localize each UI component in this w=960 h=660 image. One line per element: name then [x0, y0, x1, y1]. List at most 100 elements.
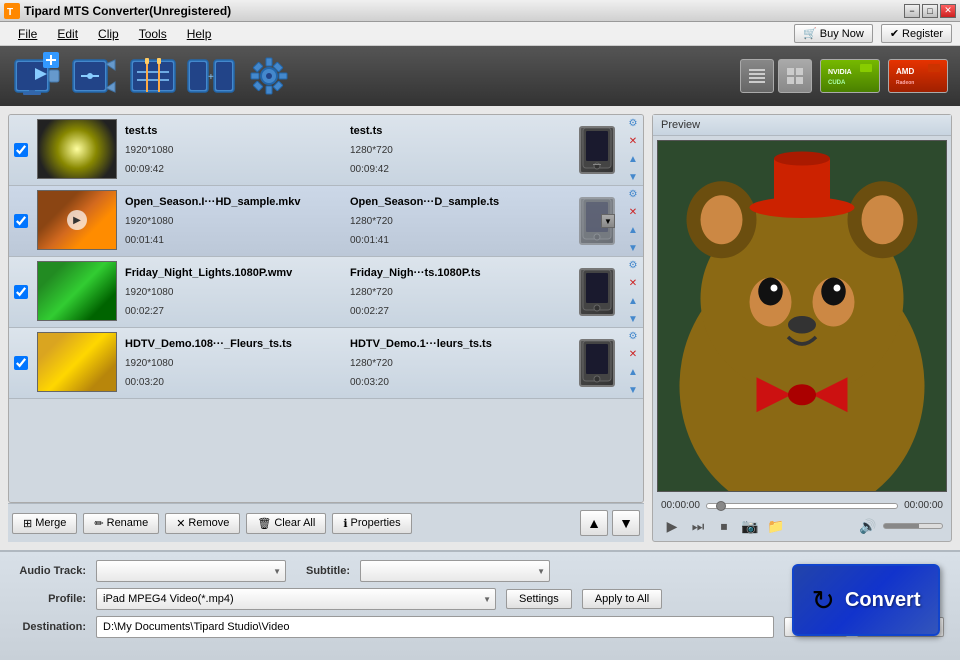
file-thumbnail-2: ▶ — [37, 190, 117, 250]
snapshot-button[interactable]: 📷 — [739, 515, 761, 537]
file-actions-3: ⚙ ✕ ▲ ▼ — [623, 257, 643, 327]
amd-badge[interactable]: AMD Radeon — [888, 59, 948, 93]
stop-button[interactable]: ⏹ — [713, 515, 735, 537]
file-move-up-4[interactable]: ▲ — [625, 364, 641, 380]
props-icon: ℹ — [343, 517, 347, 530]
window-title: Tipard MTS Converter(Unregistered) — [24, 4, 904, 18]
progress-bar[interactable] — [706, 503, 898, 509]
folder-button[interactable]: 📁 — [765, 515, 787, 537]
rename-button[interactable]: ✏ Rename — [83, 513, 159, 534]
menu-clip[interactable]: Clip — [88, 25, 129, 43]
file-remove-4[interactable]: ✕ — [625, 346, 641, 362]
file-outdur-1: 00:09:42 — [350, 164, 567, 175]
file-checkbox-4[interactable] — [9, 328, 33, 398]
file-move-up-1[interactable]: ▲ — [625, 151, 641, 167]
file-info-1: test.ts 1920*1080 00:09:42 — [121, 115, 346, 185]
grid-view-button[interactable] — [778, 59, 812, 93]
convert-spin-icon: ↻ — [811, 584, 834, 617]
file-outname-4: HDTV_Demo.1···leurs_ts.ts — [350, 338, 567, 350]
clear-all-button[interactable]: 🗑 Clear All — [246, 513, 326, 534]
file-outdur-2: 00:01:41 — [350, 235, 567, 246]
device-icon-4[interactable] — [579, 339, 615, 387]
file-settings-2[interactable]: ⚙ — [625, 186, 641, 202]
buy-now-button[interactable]: 🛒 Buy Now — [794, 24, 873, 43]
menu-bar: File Edit Clip Tools Help 🛒 Buy Now ✔ Re… — [0, 22, 960, 46]
move-down-button[interactable]: ▼ — [612, 510, 640, 536]
volume-slider[interactable] — [883, 523, 943, 529]
maximize-button[interactable]: □ — [922, 4, 938, 18]
device-icon-3[interactable] — [579, 268, 615, 316]
file-settings-3[interactable]: ⚙ — [625, 257, 641, 273]
file-name-3: Friday_Night_Lights.1080P.wmv — [125, 267, 342, 279]
file-name-4: HDTV_Demo.108···_Fleurs_ts.ts — [125, 338, 342, 350]
settings-button[interactable] — [244, 51, 294, 101]
trim-video-button[interactable] — [128, 51, 178, 101]
merge-video-button[interactable]: + — [186, 51, 236, 101]
file-dur-2: 00:01:41 — [125, 235, 342, 246]
file-settings-1[interactable]: ⚙ — [625, 115, 641, 131]
file-res-4: 1920*1080 — [125, 358, 342, 369]
menu-edit[interactable]: Edit — [47, 25, 88, 43]
file-device-4 — [571, 328, 623, 398]
file-move-down-3[interactable]: ▼ — [625, 311, 641, 327]
profile-value: iPad MPEG4 Video(*.mp4) — [103, 593, 234, 605]
file-checkbox-3[interactable] — [9, 257, 33, 327]
file-output-4: HDTV_Demo.1···leurs_ts.ts 1280*720 00:03… — [346, 328, 571, 398]
move-up-button[interactable]: ▲ — [580, 510, 608, 536]
properties-button[interactable]: ℹ Properties — [332, 513, 411, 534]
file-outdur-3: 00:02:27 — [350, 306, 567, 317]
svg-text:AMD: AMD — [896, 67, 914, 76]
device-dropdown-2[interactable]: ▼ — [601, 214, 615, 228]
file-move-up-2[interactable]: ▲ — [625, 222, 641, 238]
file-move-down-4[interactable]: ▼ — [625, 382, 641, 398]
subtitle-select-arrow: ▼ — [537, 567, 545, 576]
file-settings-4[interactable]: ⚙ — [625, 328, 641, 344]
file-move-down-1[interactable]: ▼ — [625, 169, 641, 185]
register-button[interactable]: ✔ Register — [881, 24, 952, 43]
svg-text:T: T — [7, 7, 13, 18]
audio-track-label: Audio Track: — [16, 565, 86, 577]
file-move-up-3[interactable]: ▲ — [625, 293, 641, 309]
file-checkbox-2[interactable] — [9, 186, 33, 256]
convert-button[interactable]: ↻ Convert — [792, 564, 940, 636]
edit-video-button[interactable] — [70, 51, 120, 101]
audio-track-select[interactable]: ▼ — [96, 560, 286, 582]
file-dur-4: 00:03:20 — [125, 377, 342, 388]
file-move-down-2[interactable]: ▼ — [625, 240, 641, 256]
destination-label: Destination: — [16, 621, 86, 633]
window-controls: − □ ✕ — [904, 4, 956, 18]
profile-label: Profile: — [16, 593, 86, 605]
volume-icon[interactable]: 🔊 — [857, 515, 879, 537]
file-output-1: test.ts 1280*720 00:09:42 — [346, 115, 571, 185]
menu-tools[interactable]: Tools — [129, 25, 177, 43]
title-bar: T Tipard MTS Converter(Unregistered) − □… — [0, 0, 960, 22]
subtitle-select[interactable]: ▼ — [360, 560, 550, 582]
file-remove-1[interactable]: ✕ — [625, 133, 641, 149]
add-video-button[interactable] — [12, 51, 62, 101]
device-icon-1[interactable] — [579, 126, 615, 174]
progress-handle[interactable] — [716, 501, 726, 511]
menu-file[interactable]: File — [8, 25, 47, 43]
file-outname-2: Open_Season···D_sample.ts — [350, 196, 567, 208]
file-remove-2[interactable]: ✕ — [625, 204, 641, 220]
play-button[interactable]: ▶ — [661, 515, 683, 537]
destination-input[interactable] — [96, 616, 774, 638]
list-view-button[interactable] — [740, 59, 774, 93]
merge-button[interactable]: ⊞ Merge — [12, 513, 77, 534]
remove-button[interactable]: ✕ Remove — [165, 513, 240, 534]
menu-help[interactable]: Help — [177, 25, 222, 43]
table-row: test.ts 1920*1080 00:09:42 test.ts 1280*… — [9, 115, 643, 186]
minimize-button[interactable]: − — [904, 4, 920, 18]
file-actions-4: ⚙ ✕ ▲ ▼ — [623, 328, 643, 398]
file-outres-2: 1280*720 — [350, 216, 567, 227]
profile-select[interactable]: iPad MPEG4 Video(*.mp4) ▼ — [96, 588, 496, 610]
settings-button[interactable]: Settings — [506, 589, 572, 609]
apply-to-all-button[interactable]: Apply to All — [582, 589, 662, 609]
merge-icon: ⊞ — [23, 517, 32, 530]
nvidia-badge[interactable]: NVIDIA CUDA — [820, 59, 880, 93]
next-frame-button[interactable]: ⏭ — [687, 515, 709, 537]
file-checkbox-1[interactable] — [9, 115, 33, 185]
close-button[interactable]: ✕ — [940, 4, 956, 18]
file-remove-3[interactable]: ✕ — [625, 275, 641, 291]
table-row: Friday_Night_Lights.1080P.wmv 1920*1080 … — [9, 257, 643, 328]
